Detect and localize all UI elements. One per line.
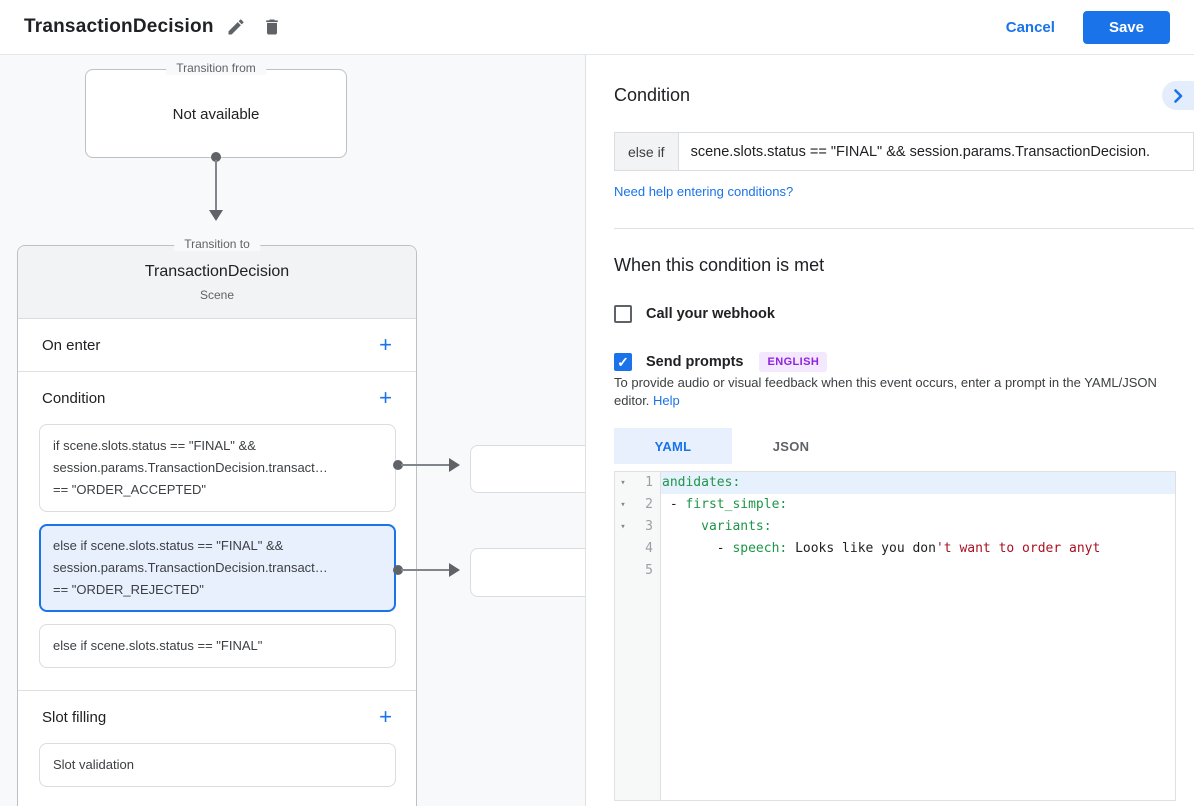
scene-card: Transition to TransactionDecision Scene … [17, 237, 417, 806]
connector-line [401, 464, 451, 466]
tab-json[interactable]: JSON [732, 428, 850, 464]
condition-expression-input[interactable] [678, 133, 1193, 170]
save-button[interactable]: Save [1082, 10, 1170, 44]
transition-target-box-1[interactable] [470, 445, 585, 493]
slot-filling-label: Slot filling [42, 708, 107, 726]
fold-arrow-icon[interactable]: ▾ [615, 516, 631, 538]
add-slot-button[interactable]: + [379, 706, 392, 728]
condition-section-label: Condition [42, 389, 106, 407]
scene-name: TransactionDecision [144, 263, 290, 280]
arrow-head-icon [449, 563, 460, 577]
transition-from-label: Transition from [166, 61, 266, 75]
language-badge: ENGLISH [759, 352, 828, 372]
transition-to-label: Transition to [174, 237, 260, 251]
code-line: ▾ 2 - first_simple: [615, 494, 1175, 516]
on-enter-label: On enter [42, 336, 101, 354]
condition-item-accepted[interactable]: if scene.slots.status == "FINAL" && sess… [39, 424, 396, 512]
collapse-panel-button[interactable] [1162, 81, 1194, 110]
code-line: 5 [615, 560, 1175, 582]
prompts-help-link[interactable]: Help [653, 393, 680, 408]
editor-gutter [615, 582, 1175, 800]
cancel-button[interactable]: Cancel [1006, 19, 1055, 36]
fold-arrow-icon[interactable]: ▾ [615, 494, 631, 516]
code-line: 4 - speech: Looks like you don't want to… [615, 538, 1175, 560]
transition-from-box[interactable]: Transition from Not available [85, 61, 347, 158]
fold-arrow-icon[interactable]: ▾ [615, 472, 631, 494]
code-line: ▾ 3 variants: [615, 516, 1175, 538]
checkmark-icon: ✓ [617, 354, 629, 370]
scene-canvas: Transition from Not available Transition… [0, 55, 585, 806]
topbar: TransactionDecision Cancel Save [0, 0, 1194, 55]
chevron-right-icon [1174, 88, 1183, 103]
page-title: TransactionDecision [24, 16, 214, 37]
editor-tabs: YAML JSON [614, 428, 1176, 464]
connector-line [401, 569, 451, 571]
webhook-label: Call your webhook [646, 306, 775, 322]
arrow-head-icon [449, 458, 460, 472]
condition-1-connector [393, 456, 465, 474]
detail-panel: Condition else if Need help entering con… [585, 55, 1194, 806]
condition-help-link[interactable]: Need help entering conditions? [614, 184, 793, 199]
slot-validation-item[interactable]: Slot validation [39, 743, 396, 787]
edit-icon[interactable] [222, 13, 250, 41]
send-prompts-checkbox[interactable]: ✓ [614, 353, 632, 371]
scene-card-header: TransactionDecision Scene [18, 246, 416, 319]
yaml-code-editor[interactable]: ▾ 1 andidates: ▾ 2 - first_simple: ▾ 3 v… [614, 471, 1176, 801]
arrow-head-icon [209, 210, 223, 221]
transition-arrow [207, 152, 225, 224]
add-on-enter-button[interactable]: + [379, 334, 392, 356]
condition-2-connector [393, 561, 465, 579]
condition-item-rejected-selected[interactable]: else if scene.slots.status == "FINAL" &&… [39, 524, 396, 612]
add-condition-button[interactable]: + [379, 387, 392, 409]
when-met-title: When this condition is met [614, 255, 825, 275]
transition-from-value: Not available [172, 106, 260, 123]
transition-target-box-2[interactable] [470, 548, 585, 597]
condition-item-final[interactable]: else if scene.slots.status == "FINAL" [39, 624, 396, 668]
send-prompts-label: Send prompts [646, 354, 744, 370]
delete-icon[interactable] [258, 13, 286, 41]
connector-line [215, 160, 217, 212]
condition-expression-row: else if [614, 132, 1194, 171]
webhook-checkbox[interactable] [614, 305, 632, 323]
condition-panel-title: Condition [614, 85, 691, 105]
condition-prefix-label: else if [615, 133, 679, 170]
prompts-description: To provide audio or visual feedback when… [614, 375, 1157, 408]
scene-type: Scene [199, 288, 235, 302]
tab-yaml[interactable]: YAML [614, 428, 732, 464]
code-line: ▾ 1 andidates: [615, 472, 1175, 494]
